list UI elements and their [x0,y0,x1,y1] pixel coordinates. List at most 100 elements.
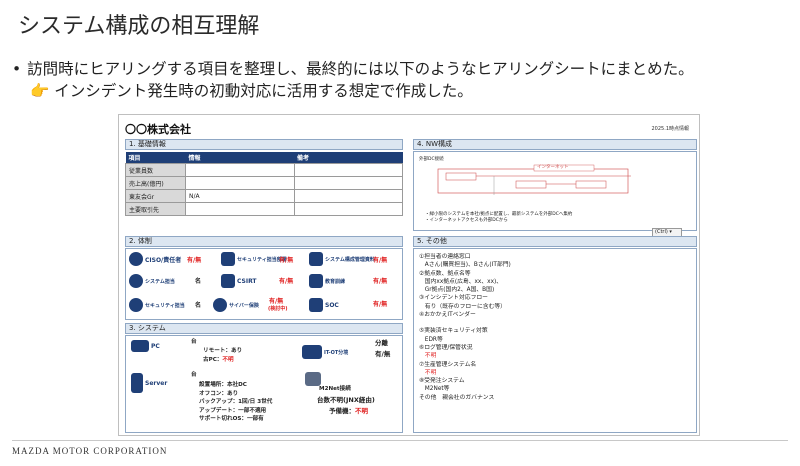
other-item: Aさん(購買担当)、Bさん(IT部門) [419,262,511,269]
other-item: EDR等 [419,336,443,343]
pc-old: 古PC：不明 [203,356,234,365]
itot-label: IT-OT分境 [324,349,349,356]
training-status: 有/無 [373,278,388,285]
sheet-date: 2025.1時点情報 [651,126,690,132]
person-icon [129,274,143,288]
org-label: 教育訓練 [325,278,346,285]
other-item: 国内xx拠点(広島、xx、xx)、 [419,278,503,285]
other-item: ②拠点数、拠点名等 [419,270,471,277]
cell [293,189,403,203]
cell [185,202,295,216]
nw-internet-label: インターネット [537,165,569,170]
gear-icon [213,298,227,312]
server-details: 設置場所：本社DC オフコン：あり バックアップ：1回/日 3世代 アップデート… [199,381,272,424]
bullet-2: 👉 インシデント発生時の初動対応に活用する想定で作成した。 [12,80,694,102]
org-label: セキュリティ担当 [145,302,185,309]
document-icon [309,252,323,266]
node-box [515,180,547,189]
cell [293,176,403,190]
sys-itot: IT-OT分境 [302,345,348,359]
cyber-ins-note: (検討中) [268,306,288,312]
server-detail: アップデート：一部不適用 [199,407,267,414]
slide-title: システム構成の相互理解 [18,14,260,39]
other-item: Gr拠点(国内2、A国、B国) [419,287,495,294]
sys-pc: PC [131,340,160,352]
org-label: CSIRT [237,277,257,285]
cell [293,202,403,216]
other-item: 不明 [419,353,437,360]
server-detail: バックアップ：1回/日 3世代 [199,399,273,405]
cell: 東友会Gr [125,189,186,203]
server-detail: サポート切れOS：一部有 [199,416,264,422]
server-detail: 設置場所：本社DC [199,382,247,388]
org-soc: SOC [309,298,339,312]
org-sec-staff: セキュリティ担当 [129,298,185,312]
footer-company: MAZDA MOTOR CORPORATION [12,446,168,456]
cell [185,176,295,190]
building-icon [221,252,235,266]
sys-staff-count: 名 [195,278,202,285]
org-cyber-insurance: サイバー保険 [213,298,259,312]
org-label: サイバー保険 [229,302,259,309]
spare-label: 予備機： [329,407,355,415]
table-row: 東友会Gr N/A [125,189,403,203]
csirt-status: 有/無 [279,278,294,285]
cyber-ins-status: 有/無 [269,298,284,305]
org-system-doc: システム構成管理資料 [309,252,375,266]
org-security-dept: セキュリティ担当部署 [221,252,287,266]
server-icon [131,373,143,393]
old-pc-label: 古PC： [203,357,223,363]
m2net-label: M2Net接続 [319,386,351,392]
person-icon [129,298,143,312]
network-terminal-icon [305,372,321,386]
other-item: その他 親会社のガバナンス [419,394,495,401]
sys-m2net [305,372,323,386]
bullet-1: 訪問時にヒアリングする項目を整理し、最終的には以下のようなヒアリングシートにまと… [12,58,694,80]
pc-label: PC [151,342,160,350]
cell: 従業員数 [125,163,186,177]
cell [185,163,295,177]
itot-separation: 分離 [375,339,388,347]
pc-icon [131,340,149,352]
other-item: ⑥ログ管理/保管状況 [419,344,473,351]
pc-count-unit: 台 [191,339,197,345]
org-ciso: CISO/責任者 [129,252,181,266]
section-basic-header: 1. 基礎情報 [125,139,403,150]
other-item: M2Net等 [419,386,450,393]
node-box [575,180,607,189]
section-system-header: 3. システム [125,323,403,334]
company-name: 〇〇株式会社 [125,123,191,136]
sec-staff-count: 名 [195,302,202,309]
spare-value: 不明 [355,407,368,415]
other-item: 有り（既存のフローに含む等） [419,303,506,310]
cell [293,163,403,177]
section-org-header: 2. 体制 [125,236,403,247]
itot-status: 有/無 [375,350,391,358]
other-items-list: ①担当者の連絡窓口 Aさん(購買担当)、Bさん(IT部門) ②拠点数、拠点名等 国… [419,253,511,402]
bullet-2-text: インシデント発生時の初動対応に活用する想定で作成した。 [54,82,473,100]
footer-divider [12,440,788,441]
factory-icon [302,345,322,359]
pointing-hand-icon: 👉 [30,82,50,100]
sys-server: Server [131,373,167,393]
org-label: システム担当 [145,278,175,285]
cell: N/A [185,189,295,203]
other-item: 不明 [419,369,437,376]
other-item: ③インシデント対応フロー [419,295,488,302]
basic-info-table: 項目 情報 備考 従業員数 売上高(億円) 東友会Gr N/A 主要取引先 [125,152,403,216]
table-row: 売上高(億円) [125,176,403,190]
spare-machine: 予備機：不明 [329,407,368,416]
node-box [445,172,477,181]
other-item: ①担当者の連絡窓口 [419,254,471,260]
security-dept-status: 有/無 [279,257,294,264]
org-training: 教育訓練 [309,274,345,288]
section-other-header: 5. その他 [413,236,697,247]
monitor-icon [309,298,323,312]
old-pc-value: 不明 [222,357,234,363]
section-nw-header: 4. NW構成 [413,139,697,150]
nw-notes: ・緑小限のシステムを本社/拠点に配置し、最新システムを外部DCへ集約 ・インター… [425,212,572,224]
server-detail: オフコン：あり [199,390,239,397]
ciso-status: 有/無 [187,257,202,264]
cell: 主要取引先 [125,202,186,216]
bullet-list: 訪問時にヒアリングする項目を整理し、最終的には以下のようなヒアリングシートにまと… [12,58,694,102]
